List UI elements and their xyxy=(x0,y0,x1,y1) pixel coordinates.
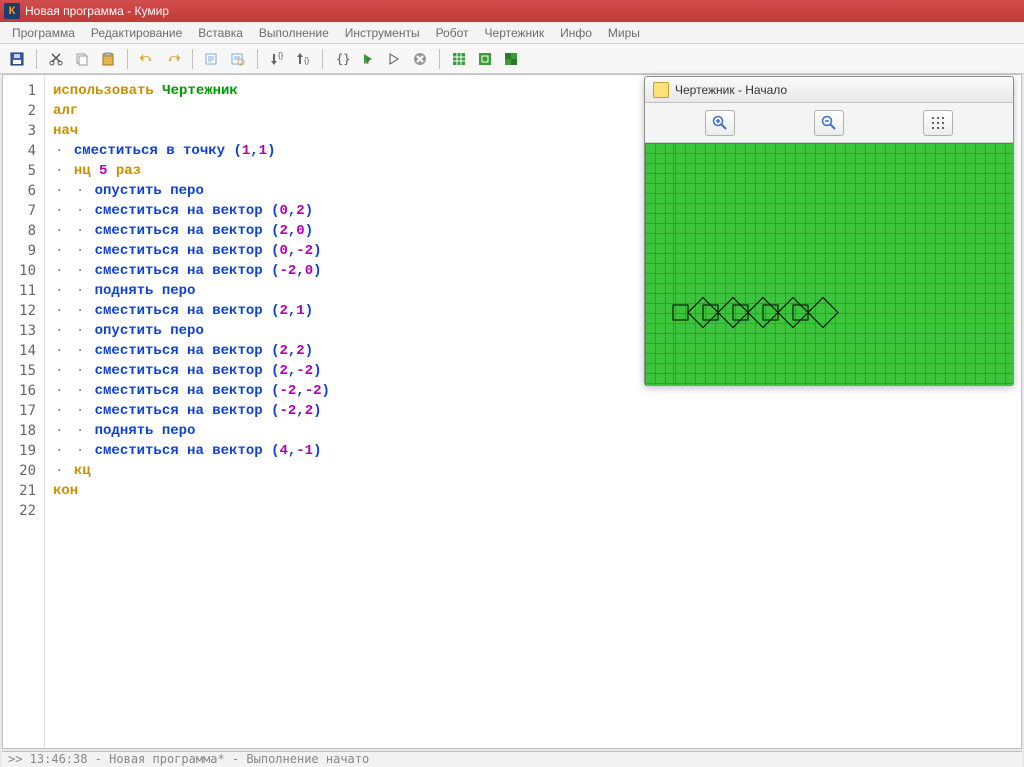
svg-text:{}: {} xyxy=(278,51,284,60)
copy-icon[interactable] xyxy=(71,48,93,70)
draftsman-icon xyxy=(653,82,669,98)
menu-выполнение[interactable]: Выполнение xyxy=(251,23,337,43)
zoom-in-button[interactable] xyxy=(705,110,735,136)
code-line[interactable]: сместиться на вектор (-2,2) xyxy=(53,401,1013,421)
axis-y xyxy=(673,143,674,385)
grid2-icon[interactable] xyxy=(474,48,496,70)
toolbar-separator xyxy=(322,49,323,69)
line-number: 21 xyxy=(3,481,44,501)
find-icon[interactable] xyxy=(201,48,223,70)
menu-программа[interactable]: Программа xyxy=(4,23,83,43)
menu-робот[interactable]: Робот xyxy=(428,23,477,43)
line-number: 5 xyxy=(3,161,44,181)
svg-text:{}: {} xyxy=(336,52,350,66)
line-number: 1 xyxy=(3,81,44,101)
drawn-shapes xyxy=(673,295,1013,348)
line-number: 3 xyxy=(3,121,44,141)
line-number: 8 xyxy=(3,221,44,241)
draftsman-toolbar xyxy=(645,103,1013,143)
line-number: 19 xyxy=(3,441,44,461)
line-number: 12 xyxy=(3,301,44,321)
titlebar: К Новая программа - Кумир xyxy=(0,0,1024,22)
run-sel-icon[interactable] xyxy=(383,48,405,70)
grid-button[interactable] xyxy=(923,110,953,136)
line-number: 16 xyxy=(3,381,44,401)
window-title: Новая программа - Кумир xyxy=(25,4,169,18)
line-number: 11 xyxy=(3,281,44,301)
menu-редактирование[interactable]: Редактирование xyxy=(83,23,190,43)
zoom-out-button[interactable] xyxy=(814,110,844,136)
step-over-icon[interactable]: {} xyxy=(292,48,314,70)
line-number: 18 xyxy=(3,421,44,441)
line-number: 2 xyxy=(3,101,44,121)
draftsman-titlebar[interactable]: Чертежник - Начало xyxy=(645,77,1013,103)
menu-вставка[interactable]: Вставка xyxy=(190,23,251,43)
menubar: ПрограммаРедактированиеВставкаВыполнение… xyxy=(0,22,1024,44)
line-number: 4 xyxy=(3,141,44,161)
menu-инструменты[interactable]: Инструменты xyxy=(337,23,428,43)
toolbar-separator xyxy=(257,49,258,69)
line-number: 20 xyxy=(3,461,44,481)
draftsman-title: Чертежник - Начало xyxy=(675,83,787,97)
code-line[interactable]: кон xyxy=(53,481,1013,501)
svg-text:{}: {} xyxy=(304,56,310,65)
redo-icon[interactable] xyxy=(162,48,184,70)
line-number: 7 xyxy=(3,201,44,221)
grid3-icon[interactable] xyxy=(500,48,522,70)
toolbar-separator xyxy=(192,49,193,69)
toolbar: {} {} {} xyxy=(0,44,1024,74)
braces-icon[interactable]: {} xyxy=(331,48,353,70)
toolbar-separator xyxy=(439,49,440,69)
app-icon: К xyxy=(4,3,20,19)
stop-icon[interactable] xyxy=(409,48,431,70)
menu-инфо[interactable]: Инфо xyxy=(552,23,600,43)
step-into-icon[interactable]: {} xyxy=(266,48,288,70)
draftsman-canvas[interactable] xyxy=(645,143,1013,385)
toolbar-separator xyxy=(36,49,37,69)
canvas-grid xyxy=(645,143,1013,385)
undo-icon[interactable] xyxy=(136,48,158,70)
code-line[interactable]: поднять перо xyxy=(53,421,1013,441)
line-number: 6 xyxy=(3,181,44,201)
line-number: 14 xyxy=(3,341,44,361)
menu-миры[interactable]: Миры xyxy=(600,23,648,43)
grid1-icon[interactable] xyxy=(448,48,470,70)
line-number: 10 xyxy=(3,261,44,281)
run-icon[interactable] xyxy=(357,48,379,70)
menu-чертежник[interactable]: Чертежник xyxy=(477,23,553,43)
status-bar: >> 13:46:38 - Новая программа* - Выполне… xyxy=(2,751,1022,767)
line-number: 9 xyxy=(3,241,44,261)
line-gutter: 12345678910111213141516171819202122 xyxy=(3,75,45,748)
draftsman-window[interactable]: Чертежник - Начало xyxy=(644,76,1014,386)
line-number: 15 xyxy=(3,361,44,381)
toolbar-separator xyxy=(127,49,128,69)
code-line[interactable]: сместиться на вектор (4,-1) xyxy=(53,441,1013,461)
line-number: 22 xyxy=(3,501,44,521)
code-line[interactable]: кц xyxy=(53,461,1013,481)
replace-icon[interactable] xyxy=(227,48,249,70)
save-icon[interactable] xyxy=(6,48,28,70)
cut-icon[interactable] xyxy=(45,48,67,70)
paste-icon[interactable] xyxy=(97,48,119,70)
line-number: 17 xyxy=(3,401,44,421)
line-number: 13 xyxy=(3,321,44,341)
